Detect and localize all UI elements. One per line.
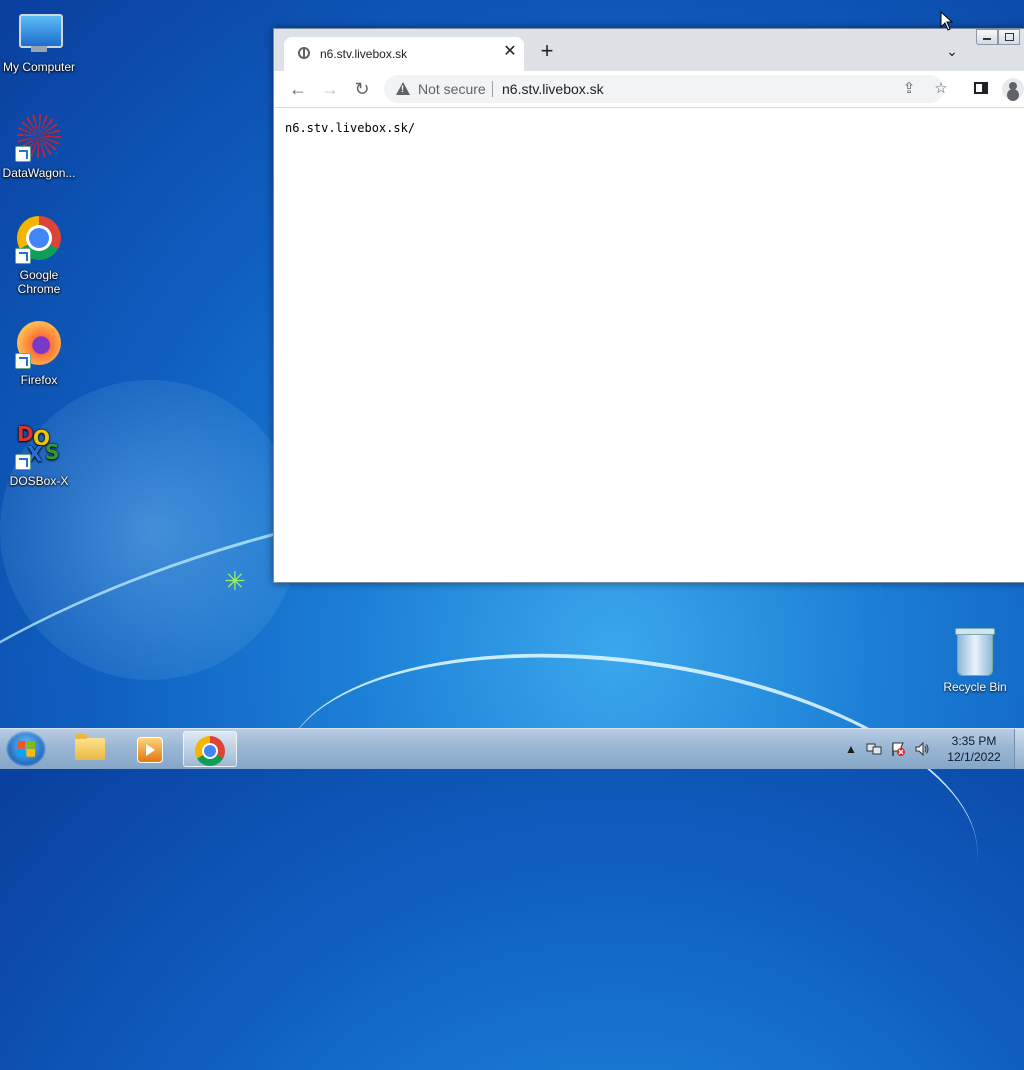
desktop-icon-recycle-bin[interactable]: Recycle Bin bbox=[939, 628, 1011, 694]
bookmark-star-icon[interactable]: ☆ bbox=[932, 80, 950, 98]
computer-icon bbox=[15, 8, 63, 56]
desktop-icon-label: DOSBox-X bbox=[9, 474, 69, 488]
chrome-icon bbox=[15, 216, 63, 264]
desktop-icon-label: Recycle Bin bbox=[943, 680, 1007, 694]
desktop-icon-dosbox-x[interactable]: D O S X DOSBox-X bbox=[1, 422, 77, 488]
omnibox-separator bbox=[492, 81, 493, 97]
page-text: n6.stv.livebox.sk/ bbox=[285, 121, 416, 135]
desktop-icon-label: My Computer bbox=[2, 60, 76, 74]
tab-strip: n6.stv.livebox.sk ✕ + ⌄ bbox=[274, 29, 1024, 71]
reload-button[interactable]: ↻ bbox=[352, 79, 372, 99]
page-content: n6.stv.livebox.sk/ bbox=[274, 108, 1024, 582]
dosbox-icon: D O S X bbox=[15, 422, 63, 470]
shortcut-arrow-icon bbox=[15, 146, 31, 162]
desktop-icon-my-computer[interactable]: My Computer bbox=[1, 8, 77, 74]
taskbar-item-media-player[interactable] bbox=[122, 731, 176, 767]
system-clock[interactable]: 3:35 PM 12/1/2022 bbox=[940, 733, 1008, 765]
show-hidden-icons-button[interactable]: ▲ bbox=[843, 741, 859, 757]
datawagon-icon bbox=[15, 114, 63, 162]
tab-close-button[interactable]: ✕ bbox=[500, 42, 520, 62]
desktop-icon-label: Firefox bbox=[20, 373, 58, 387]
clock-time: 3:35 PM bbox=[951, 734, 997, 748]
shortcut-arrow-icon bbox=[15, 454, 31, 470]
recycle-bin-icon bbox=[955, 628, 995, 676]
warning-icon[interactable] bbox=[396, 82, 410, 95]
wallpaper-leaf: ✳ bbox=[224, 566, 246, 596]
clock-date: 12/1/2022 bbox=[947, 750, 1001, 764]
shortcut-arrow-icon bbox=[15, 248, 31, 264]
taskbar-item-windows-explorer[interactable] bbox=[62, 731, 116, 767]
tab-title: n6.stv.livebox.sk bbox=[320, 47, 408, 61]
chrome-icon bbox=[195, 736, 225, 766]
tab-search-button[interactable]: ⌄ bbox=[944, 43, 960, 59]
desktop-icon-firefox[interactable]: Firefox bbox=[1, 319, 77, 387]
desktop-icon-datawagon[interactable]: DataWagon... bbox=[1, 112, 77, 180]
media-player-icon bbox=[137, 737, 163, 763]
back-button[interactable]: ← bbox=[288, 79, 308, 99]
globe-icon bbox=[298, 47, 310, 59]
side-panel-icon[interactable] bbox=[974, 82, 988, 94]
desktop-icon-label: DataWagon... bbox=[2, 166, 76, 180]
firefox-icon bbox=[15, 321, 63, 369]
url-text[interactable]: n6.stv.livebox.sk bbox=[502, 81, 604, 97]
forward-button[interactable]: → bbox=[320, 79, 340, 99]
browser-toolbar: ← → ↻ Not secure n6.stv.livebox.sk ⇪ ☆ bbox=[274, 71, 1024, 108]
browser-tab[interactable]: n6.stv.livebox.sk ✕ bbox=[284, 37, 524, 71]
share-icon[interactable]: ⇪ bbox=[900, 80, 918, 98]
security-status[interactable]: Not secure bbox=[418, 81, 486, 97]
address-bar[interactable]: Not secure n6.stv.livebox.sk ⇪ ☆ bbox=[384, 75, 948, 103]
shortcut-arrow-icon bbox=[15, 353, 31, 369]
windows-logo-icon bbox=[17, 741, 35, 757]
volume-icon[interactable] bbox=[914, 741, 930, 757]
desktop-icon-google-chrome[interactable]: Google Chrome bbox=[1, 214, 77, 296]
maximize-button[interactable] bbox=[998, 29, 1020, 45]
start-button[interactable] bbox=[6, 731, 46, 767]
browser-window: n6.stv.livebox.sk ✕ + ⌄ ← → ↻ Not secure… bbox=[273, 28, 1024, 583]
desktop-icon-label: Google Chrome bbox=[17, 268, 61, 296]
network-icon[interactable] bbox=[866, 741, 882, 757]
folder-icon bbox=[75, 734, 105, 760]
taskbar-item-google-chrome[interactable] bbox=[183, 731, 237, 767]
profile-icon[interactable] bbox=[1002, 78, 1024, 100]
minimize-button[interactable] bbox=[976, 29, 998, 45]
new-tab-button[interactable]: + bbox=[536, 40, 558, 63]
action-center-icon[interactable] bbox=[890, 741, 906, 757]
taskbar: ▲ 3:35 PM 12/1/2022 bbox=[0, 728, 1024, 769]
show-desktop-button[interactable] bbox=[1014, 729, 1024, 769]
